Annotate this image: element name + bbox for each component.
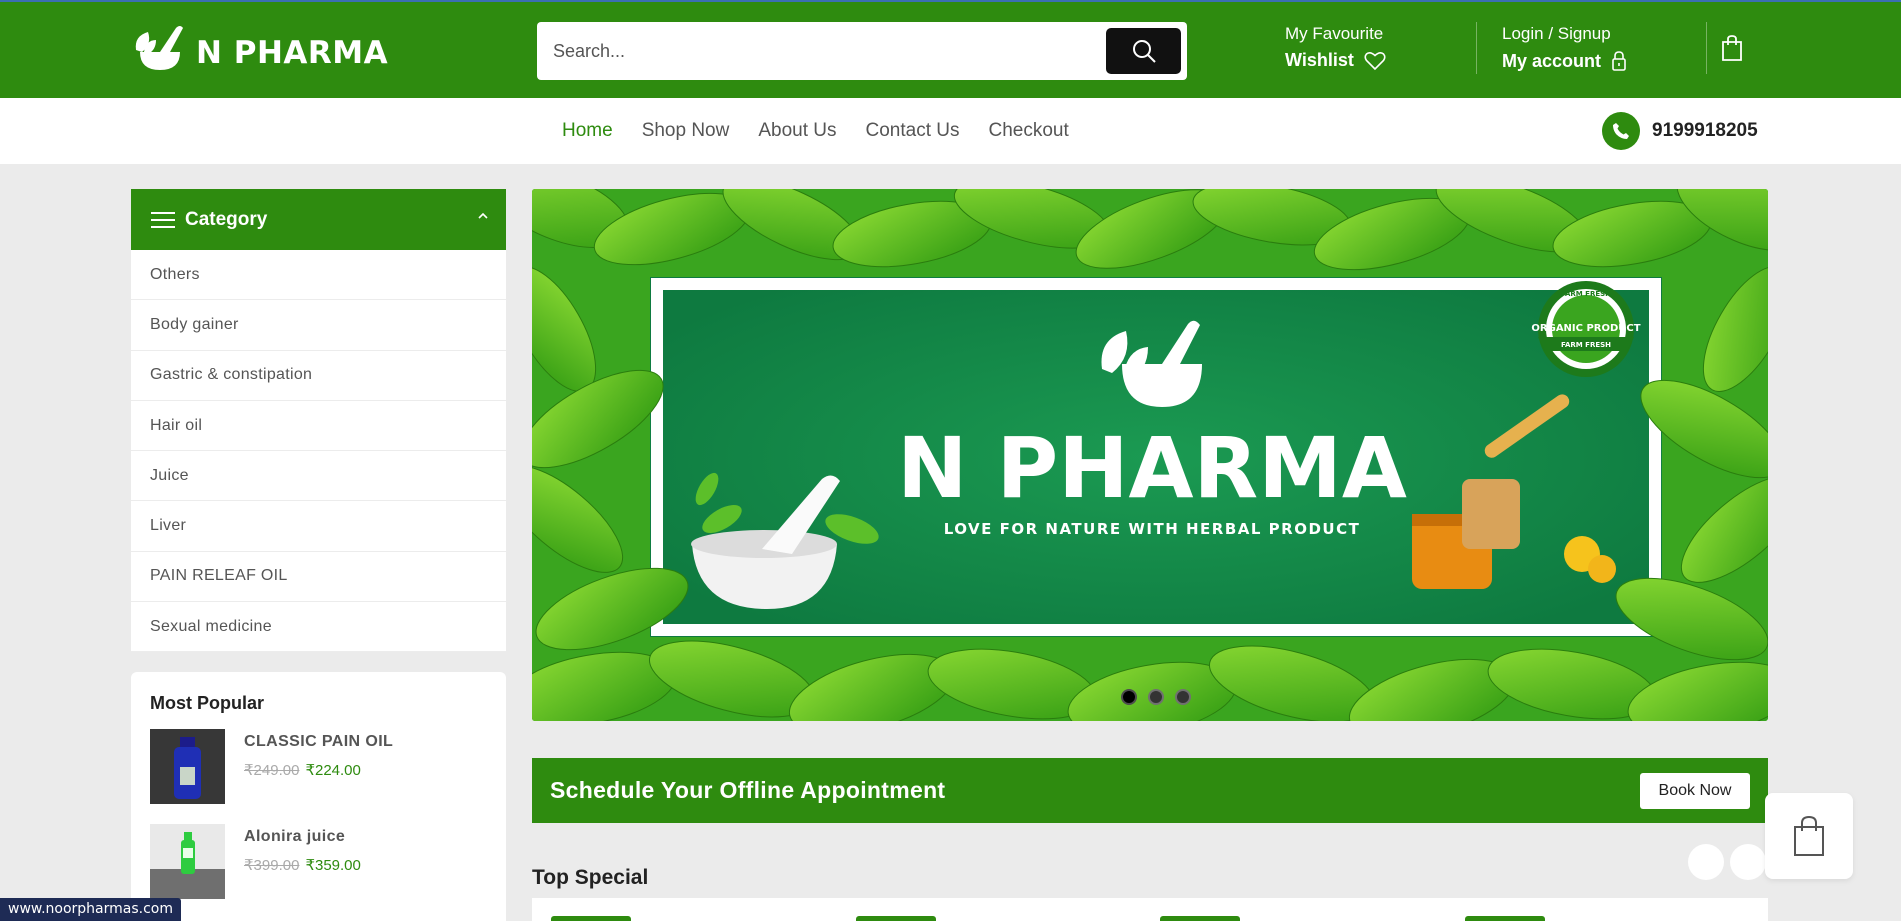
banner-badge-main: ORGANIC PRODUCT — [1531, 323, 1640, 334]
slider-dots — [1121, 689, 1191, 705]
floating-cart-button[interactable] — [1765, 793, 1853, 879]
nav-contact-us[interactable]: Contact Us — [866, 120, 960, 142]
top-special-products — [532, 898, 1768, 921]
login-label: Login / Signup — [1502, 24, 1611, 43]
banner-tagline: LOVE FOR NATURE WITH HERBAL PRODUCT — [944, 520, 1361, 538]
product-thumbnail[interactable] — [150, 729, 225, 804]
book-now-button[interactable]: Book Now — [1640, 773, 1750, 809]
category-title: Category — [185, 208, 268, 230]
cart-button[interactable] — [1720, 34, 1744, 67]
status-bar-url: www.noorpharmas.com — [0, 898, 181, 921]
wishlist-link[interactable]: My Favourite Wishlist — [1285, 24, 1386, 71]
wishlist-label: Wishlist — [1285, 50, 1354, 70]
hamburger-icon — [151, 211, 175, 228]
product-name: Alonira juice — [244, 828, 346, 845]
price: ₹224.00 — [305, 762, 361, 779]
main-nav: Home Shop Now About Us Contact Us Checko… — [0, 98, 1901, 164]
popular-product[interactable]: CLASSIC PAIN OIL ₹249.00 ₹224.00 — [150, 729, 490, 805]
carousel-next-button[interactable] — [1730, 844, 1766, 880]
heart-icon — [1364, 51, 1386, 70]
banner-badge-top: FARM FRESH — [1561, 290, 1611, 298]
account-label: My account — [1502, 50, 1602, 71]
shopping-bag-icon — [1794, 815, 1824, 856]
old-price: ₹399.00 — [244, 857, 300, 874]
nav-shop-now[interactable]: Shop Now — [642, 120, 730, 142]
category-list: Others Body gainer Gastric & constipatio… — [131, 250, 506, 653]
chevron-up-icon — [478, 212, 488, 219]
category-item[interactable]: Hair oil — [131, 401, 506, 452]
category-item[interactable]: Liver — [131, 501, 506, 552]
banner-badge-bottom: FARM FRESH — [1561, 341, 1611, 349]
category-item[interactable]: Others — [131, 250, 506, 301]
slider-dot[interactable] — [1121, 689, 1137, 705]
top-special-title: Top Special — [532, 866, 649, 889]
product-name: CLASSIC PAIN OIL — [244, 733, 394, 750]
old-price: ₹249.00 — [244, 762, 300, 779]
shopping-bag-icon — [1722, 35, 1742, 61]
category-item[interactable]: Juice — [131, 451, 506, 502]
banner-title: N PHARMA — [897, 419, 1407, 517]
search-button[interactable] — [1106, 28, 1181, 74]
category-item[interactable]: Body gainer — [131, 300, 506, 351]
nav-about-us[interactable]: About Us — [758, 120, 836, 142]
popular-product[interactable]: Alonira juice ₹399.00 ₹359.00 — [150, 824, 490, 900]
banner-image: FARM FRESH ORGANIC PRODUCT FARM FRESH N … — [532, 189, 1768, 721]
top-header: N PHARMA My Favourite Wishlist Login / S… — [0, 0, 1901, 98]
product-tag — [551, 916, 631, 921]
favourite-label: My Favourite — [1285, 24, 1384, 43]
price: ₹359.00 — [305, 857, 361, 874]
category-header[interactable]: Category — [131, 189, 506, 250]
phone-icon — [1602, 112, 1640, 150]
most-popular-title: Most Popular — [150, 693, 265, 713]
most-popular-panel: Most Popular CLASSIC PAIN OIL ₹249.00 ₹22… — [131, 672, 506, 921]
brand-logo[interactable]: N PHARMA — [130, 24, 388, 74]
slider-dot[interactable] — [1148, 689, 1164, 705]
account-link[interactable]: Login / Signup My account — [1502, 24, 1627, 72]
brand-name: N PHARMA — [196, 35, 389, 71]
search-icon — [1132, 40, 1156, 63]
appointment-banner: Schedule Your Offline Appointment Book N… — [532, 758, 1768, 823]
nav-home[interactable]: Home — [562, 120, 613, 142]
lock-icon — [1612, 51, 1626, 71]
appointment-text: Schedule Your Offline Appointment — [550, 777, 946, 803]
header-divider — [1706, 22, 1707, 74]
search-bar — [537, 22, 1187, 80]
header-divider — [1476, 22, 1477, 74]
nav-checkout[interactable]: Checkout — [989, 120, 1069, 142]
phone-number: 9199918205 — [1652, 120, 1758, 141]
slider-dot[interactable] — [1175, 689, 1191, 705]
product-tag — [1465, 916, 1545, 921]
mortar-pestle-leaf-icon — [135, 26, 183, 70]
category-item[interactable]: Gastric & constipation — [131, 351, 506, 401]
category-item[interactable]: Sexual medicine — [131, 602, 506, 653]
hero-banner[interactable]: FARM FRESH ORGANIC PRODUCT FARM FRESH N … — [532, 189, 1768, 721]
carousel-prev-button[interactable] — [1688, 844, 1724, 880]
product-tag — [1160, 916, 1240, 921]
product-thumbnail[interactable] — [150, 824, 225, 899]
phone-contact[interactable]: 9199918205 — [1602, 112, 1758, 150]
category-item[interactable]: PAIN RELEAF OIL — [131, 552, 506, 603]
search-input[interactable] — [537, 22, 1097, 80]
product-tag — [856, 916, 936, 921]
